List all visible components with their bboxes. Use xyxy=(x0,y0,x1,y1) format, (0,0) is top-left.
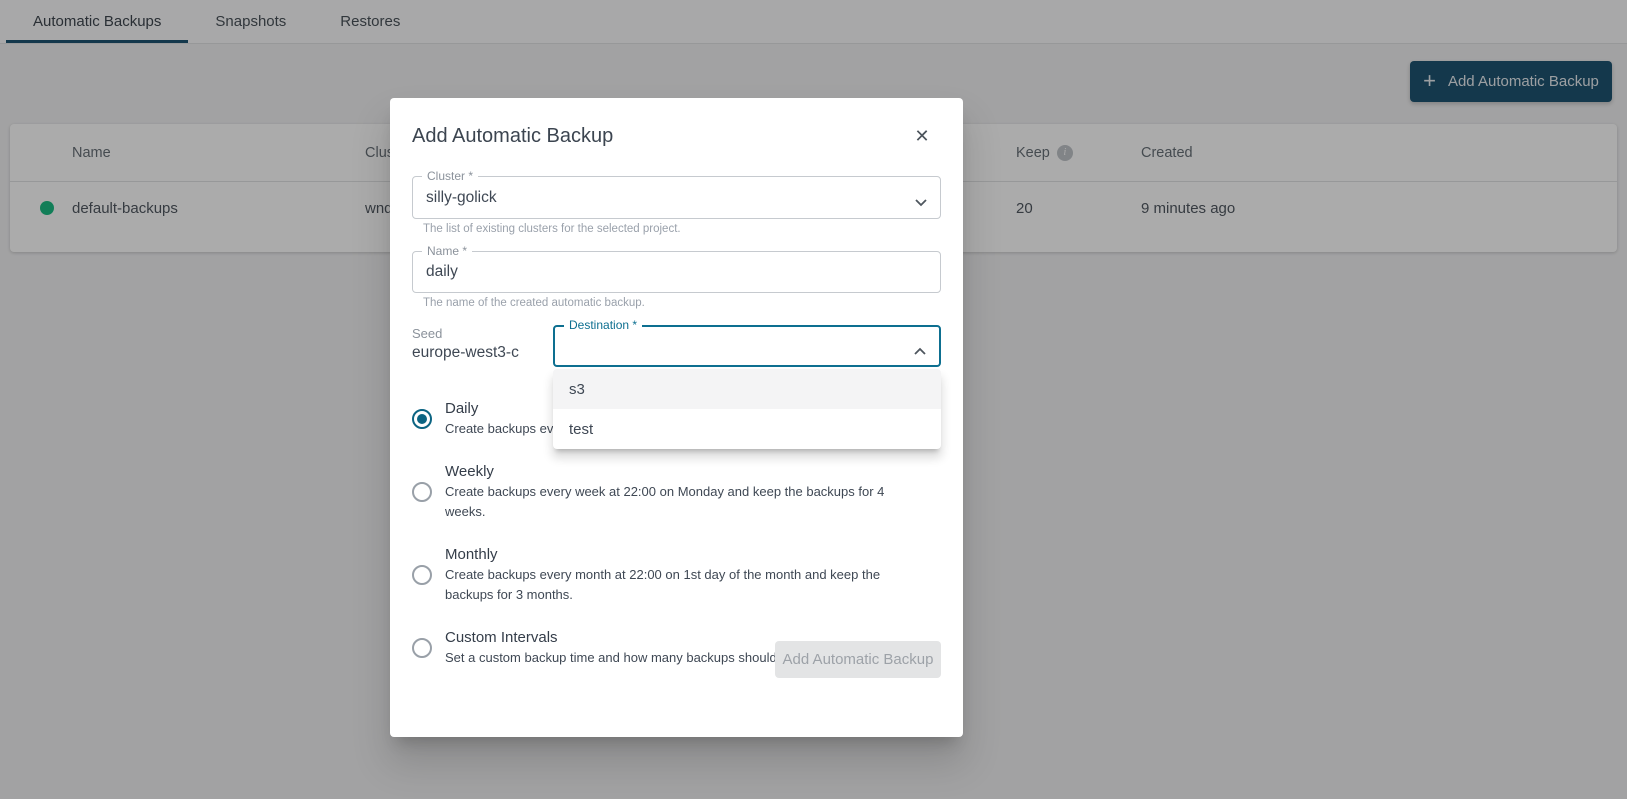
schedule-description: Create backups every month at 22:00 on 1… xyxy=(445,565,922,605)
destination-option-test[interactable]: test xyxy=(553,409,941,449)
schedule-option-weekly[interactable]: Weekly Create backups every week at 22:0… xyxy=(412,462,922,522)
chevron-down-icon xyxy=(915,194,927,212)
destination-select[interactable]: Destination * xyxy=(553,325,941,367)
cluster-select[interactable]: Cluster * silly-golick xyxy=(412,176,941,219)
radio-unselected-icon[interactable] xyxy=(412,638,432,658)
modal-title: Add Automatic Backup xyxy=(412,125,613,148)
name-input-value: daily xyxy=(426,263,458,281)
name-helper-text: The name of the created automatic backup… xyxy=(423,297,645,309)
destination-option-s3[interactable]: s3 xyxy=(553,369,941,409)
seed-label: Seed xyxy=(412,326,442,341)
cluster-helper-text: The list of existing clusters for the se… xyxy=(423,223,681,235)
schedule-label: Weekly xyxy=(445,462,922,482)
schedule-description: Create backups every week at 22:00 on Mo… xyxy=(445,482,922,522)
chevron-up-icon xyxy=(914,342,926,360)
seed-value: europe-west3-c xyxy=(412,344,519,362)
schedule-option-monthly[interactable]: Monthly Create backups every month at 22… xyxy=(412,545,922,605)
radio-unselected-icon[interactable] xyxy=(412,565,432,585)
schedule-label: Monthly xyxy=(445,545,922,565)
cluster-select-label: Cluster * xyxy=(422,169,478,183)
add-automatic-backup-modal: Add Automatic Backup ✕ Cluster * silly-g… xyxy=(390,98,963,737)
radio-unselected-icon[interactable] xyxy=(412,482,432,502)
destination-select-label: Destination * xyxy=(564,318,642,332)
radio-selected-icon[interactable] xyxy=(412,409,432,429)
name-input-label: Name * xyxy=(422,244,472,258)
close-icon[interactable]: ✕ xyxy=(908,122,936,150)
submit-add-automatic-backup-button[interactable]: Add Automatic Backup xyxy=(775,641,941,678)
name-input[interactable]: Name * daily xyxy=(412,251,941,293)
cluster-select-value: silly-golick xyxy=(426,189,497,207)
destination-options-menu: s3 test xyxy=(553,369,941,449)
